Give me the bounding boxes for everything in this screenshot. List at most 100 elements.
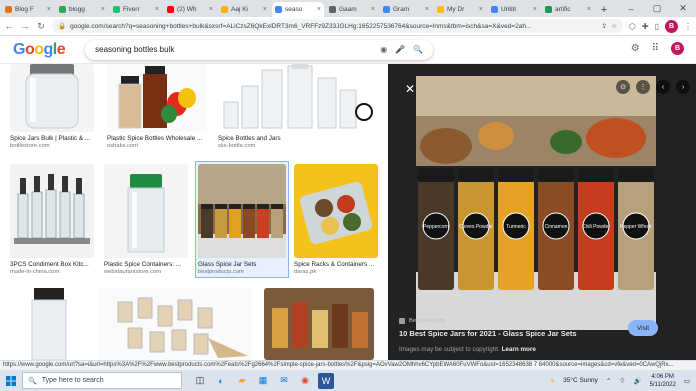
chrome-icon[interactable]: ◉ bbox=[297, 373, 313, 389]
google-account-avatar[interactable]: B bbox=[671, 42, 684, 55]
notifications-icon[interactable]: ▭ bbox=[684, 377, 690, 385]
browser-tab[interactable]: My Dr × bbox=[434, 2, 486, 17]
word-icon[interactable]: W bbox=[318, 372, 334, 389]
result-thumbnail[interactable] bbox=[218, 64, 376, 132]
result-source: daraz.pk bbox=[294, 269, 317, 275]
gear-icon[interactable]: ⚙ bbox=[631, 43, 640, 54]
result-title[interactable]: Spice Bottles and Jars bbox=[218, 135, 376, 142]
tab-close-icon[interactable]: × bbox=[479, 6, 483, 13]
apps-grid-icon[interactable]: ⠿ bbox=[652, 43, 659, 54]
visit-button[interactable]: Visit bbox=[628, 320, 658, 336]
browser-tab[interactable]: Aaj Ki × bbox=[218, 2, 270, 17]
result-thumbnail[interactable] bbox=[10, 64, 94, 132]
system-tray: ☀ 35°C Sunny ⌃ ⌔ 🔊 4:06 PM 5/11/2022 ▭ bbox=[549, 370, 690, 391]
result-thumbnail[interactable] bbox=[264, 288, 374, 360]
search-input[interactable] bbox=[95, 45, 373, 54]
maximize-icon[interactable]: ▢ bbox=[644, 0, 670, 17]
result-title[interactable]: 3PCS Condiment Box Kitc... bbox=[10, 261, 94, 268]
previous-icon[interactable]: ‹ bbox=[656, 80, 670, 94]
preview-image[interactable]: Peppercorn Cloves Powder Turmeric Cinnam… bbox=[416, 76, 656, 330]
share-icon[interactable]: ⇪ bbox=[602, 22, 607, 30]
result-thumbnail[interactable] bbox=[10, 164, 94, 258]
task-view-icon[interactable]: ◫ bbox=[192, 373, 208, 389]
result-thumbnail[interactable] bbox=[104, 164, 188, 258]
network-icon[interactable]: ⌔ bbox=[619, 376, 625, 385]
result-card[interactable]: Plastic Spice Bottles Wholesale ... osha… bbox=[107, 64, 207, 149]
store-icon[interactable]: ▦ bbox=[255, 373, 271, 389]
result-card[interactable]: Spice Racks & Containers ... daraz.pk bbox=[294, 164, 378, 275]
volume-icon[interactable]: 🔊 bbox=[634, 377, 642, 385]
bookmark-star-icon[interactable]: ☆ bbox=[611, 22, 617, 30]
back-icon[interactable]: ← bbox=[4, 21, 14, 31]
browser-tab[interactable]: artific × bbox=[542, 2, 594, 17]
tab-close-icon[interactable]: × bbox=[533, 6, 537, 13]
weather-icon[interactable]: ☀ bbox=[549, 377, 555, 385]
lens-icon[interactable]: ⊙ bbox=[616, 80, 630, 94]
result-card[interactable]: Plastic Spice Containers: ... webstauran… bbox=[104, 164, 188, 275]
file-explorer-icon[interactable]: ▰ bbox=[234, 373, 250, 389]
tab-close-icon[interactable]: × bbox=[47, 6, 51, 13]
preview-source[interactable]: Best Products bbox=[399, 318, 445, 324]
tab-close-icon[interactable]: × bbox=[263, 6, 267, 13]
result-card[interactable] bbox=[264, 288, 374, 360]
result-title[interactable]: Spice Racks & Containers ... bbox=[294, 261, 378, 268]
close-icon[interactable]: ✕ bbox=[405, 82, 415, 96]
address-bar[interactable]: 🔒 google.com/search?q=seasoning+bottles+… bbox=[52, 19, 623, 33]
search-icon[interactable]: 🔍 bbox=[413, 45, 423, 54]
edge-icon[interactable]: ◐ bbox=[213, 373, 229, 389]
tab-close-icon[interactable]: × bbox=[587, 6, 591, 13]
result-card[interactable] bbox=[98, 288, 252, 360]
result-title[interactable]: Plastic Spice Bottles Wholesale ... bbox=[107, 135, 207, 142]
result-title[interactable]: Glass Spice Jar Sets bbox=[198, 261, 286, 268]
forward-icon[interactable]: → bbox=[20, 21, 30, 31]
result-thumbnail[interactable] bbox=[294, 164, 378, 258]
result-card[interactable]: Spice Bottles and Jars sks-bottle.com bbox=[218, 64, 376, 149]
result-thumbnail[interactable] bbox=[107, 64, 207, 132]
windows-start-icon[interactable] bbox=[0, 370, 22, 391]
browser-tab[interactable]: (2) Wh × bbox=[164, 2, 216, 17]
result-title[interactable]: Spice Jars Bulk | Plastic & ... bbox=[10, 135, 94, 142]
mail-icon[interactable]: ✉ bbox=[276, 373, 292, 389]
browser-tab[interactable]: Gaam × bbox=[326, 2, 378, 17]
weather-text[interactable]: 35°C Sunny bbox=[563, 377, 598, 384]
tab-close-icon[interactable]: × bbox=[371, 6, 375, 13]
new-tab-button[interactable]: + bbox=[598, 2, 610, 17]
minimize-icon[interactable]: – bbox=[618, 0, 644, 17]
clock[interactable]: 4:06 PM 5/11/2022 bbox=[650, 373, 676, 389]
sidebar-icon[interactable]: ▯ bbox=[655, 22, 659, 31]
preview-title[interactable]: 10 Best Spice Jars for 2021 - Glass Spic… bbox=[399, 329, 577, 338]
browser-tab[interactable]: blogg × bbox=[56, 2, 108, 17]
tab-close-icon[interactable]: × bbox=[101, 6, 105, 13]
result-title[interactable]: Plastic Spice Containers: ... bbox=[104, 261, 188, 268]
result-card[interactable]: Spice Jars Bulk | Plastic & ... bottlest… bbox=[10, 64, 94, 149]
extension-icon[interactable]: ⬡ bbox=[629, 22, 636, 31]
tab-close-icon[interactable]: × bbox=[155, 6, 159, 13]
more-options-icon[interactable]: ⋮ bbox=[636, 80, 650, 94]
reload-icon[interactable]: ↻ bbox=[36, 21, 46, 32]
puzzle-icon[interactable]: ✚ bbox=[642, 22, 649, 31]
browser-tab[interactable]: Blog F × bbox=[2, 2, 54, 17]
browser-tab[interactable]: Gram × bbox=[380, 2, 432, 17]
taskbar-search[interactable]: 🔍 Type here to search bbox=[22, 372, 182, 389]
tab-close-icon[interactable]: × bbox=[209, 6, 213, 13]
tab-close-icon[interactable]: × bbox=[425, 6, 429, 13]
result-thumbnail[interactable] bbox=[10, 288, 88, 360]
tray-chevron-icon[interactable]: ⌃ bbox=[606, 377, 611, 385]
learn-more-link[interactable]: Learn more bbox=[502, 346, 536, 353]
tab-close-icon[interactable]: × bbox=[317, 6, 321, 13]
close-window-icon[interactable]: ✕ bbox=[670, 0, 696, 17]
browser-tab[interactable]: seaso × bbox=[272, 2, 324, 17]
result-thumbnail[interactable] bbox=[98, 288, 252, 360]
result-thumbnail[interactable] bbox=[198, 164, 286, 258]
camera-icon[interactable]: ◉ bbox=[380, 45, 387, 54]
google-logo[interactable]: Google bbox=[13, 41, 66, 59]
result-card[interactable] bbox=[10, 288, 88, 360]
browser-menu-icon[interactable]: ⋮ bbox=[684, 22, 692, 31]
next-icon[interactable]: › bbox=[676, 80, 690, 94]
result-card[interactable]: 3PCS Condiment Box Kitc... made-in-china… bbox=[10, 164, 94, 275]
result-card-selected[interactable]: Glass Spice Jar Sets bestproducts.com bbox=[195, 161, 289, 278]
mic-icon[interactable]: 🎤 bbox=[395, 45, 405, 54]
browser-tab[interactable]: Fiverr × bbox=[110, 2, 162, 17]
browser-tab[interactable]: Untitl × bbox=[488, 2, 540, 17]
browser-profile-avatar[interactable]: B bbox=[665, 19, 678, 33]
